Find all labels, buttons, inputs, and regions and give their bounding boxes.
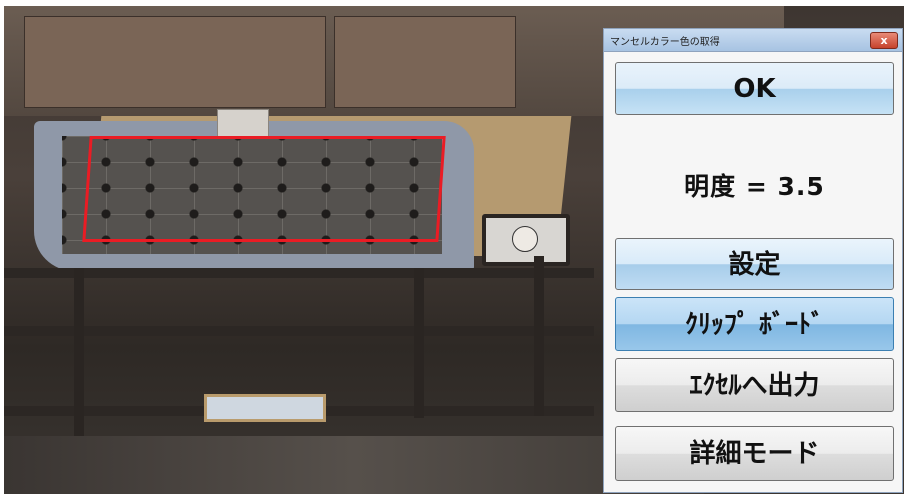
table-rail: [4, 268, 594, 278]
dialog-titlebar[interactable]: マンセルカラー色の取得 x: [604, 29, 902, 52]
dialog-title: マンセルカラー色の取得: [610, 37, 720, 48]
clipboard-button[interactable]: ｸﾘｯﾌﾟ ﾎﾞｰﾄﾞ: [615, 297, 894, 351]
table-leg: [414, 268, 424, 418]
excel-export-button[interactable]: ｴｸｾﾙへ出力: [615, 358, 894, 412]
clock-face: [512, 226, 538, 252]
detail-mode-button[interactable]: 詳細モード: [615, 426, 894, 481]
munsell-dialog: マンセルカラー色の取得 x OK 明度 = 3.5 設定 ｸﾘｯﾌﾟ ﾎﾞｰﾄﾞ…: [603, 28, 903, 493]
brightness-value: 明度 = 3.5: [684, 172, 825, 201]
table-rail: [4, 326, 594, 336]
settings-button[interactable]: 設定: [615, 238, 894, 290]
clock: [482, 214, 570, 266]
floor: [4, 436, 704, 494]
ok-button[interactable]: OK: [615, 62, 894, 115]
color-plate: [204, 394, 326, 422]
white-reference-box: [217, 109, 269, 137]
wall-panel: [334, 16, 516, 108]
wall-panel: [24, 16, 326, 108]
close-button[interactable]: x: [870, 32, 898, 49]
table-leg: [534, 256, 544, 416]
selection-frame[interactable]: [82, 136, 446, 242]
table-leg: [74, 268, 84, 458]
